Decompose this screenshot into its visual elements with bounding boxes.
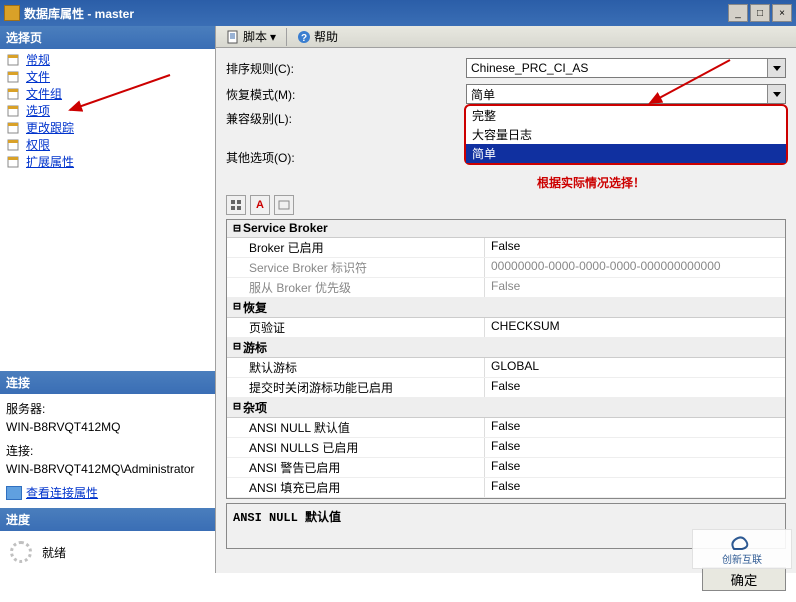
page-icon [6, 104, 22, 118]
grid-category: ⊟游标 [227, 338, 785, 358]
db-icon [4, 5, 20, 21]
recovery-label: 恢复模式(M): [226, 86, 466, 103]
sidebar-item-label: 扩展属性 [26, 153, 74, 170]
conn-value: WIN-B8RVQT412MQ\Administrator [6, 460, 209, 478]
dropdown-option-full[interactable]: 完整 [466, 106, 786, 125]
svg-text:?: ? [301, 33, 307, 44]
grid-row: Service Broker 标识符00000000-0000-0000-000… [227, 258, 785, 278]
grid-row: ANSI 警告已启用False [227, 458, 785, 478]
help-button[interactable]: ? 帮助 [293, 26, 342, 47]
grid-row: 服从 Broker 优先级False [227, 278, 785, 298]
page-icon [6, 121, 22, 135]
script-icon [226, 30, 240, 44]
recovery-combo[interactable]: 简单 [466, 84, 786, 104]
watermark-logo: 创新互联 [692, 529, 792, 569]
page-icon [6, 138, 22, 152]
compat-label: 兼容级别(L): [226, 110, 466, 127]
sidebar-item-files[interactable]: 文件 [0, 68, 215, 85]
maximize-button[interactable]: □ [750, 4, 770, 22]
script-button[interactable]: 脚本 ▾ [222, 26, 280, 47]
collation-value: Chinese_PRC_CI_AS [471, 61, 588, 75]
grid-row: Broker 已启用False [227, 238, 785, 258]
view-connection-label: 查看连接属性 [26, 484, 98, 502]
minimize-button[interactable]: _ [728, 4, 748, 22]
page-icon [6, 53, 22, 67]
sidebar-item-label: 文件组 [26, 85, 62, 102]
grid-btn3[interactable] [274, 195, 294, 215]
chevron-down-icon [767, 85, 785, 103]
collation-combo[interactable]: Chinese_PRC_CI_AS [466, 58, 786, 78]
page-icon [6, 155, 22, 169]
sidebar-item-label: 更改跟踪 [26, 119, 74, 136]
categorize-button[interactable] [226, 195, 246, 215]
sidebar-item-filegroups[interactable]: 文件组 [0, 85, 215, 102]
window-title: 数据库属性 - master [24, 5, 728, 22]
collation-label: 排序规则(C): [226, 60, 466, 77]
main-toolbar: 脚本 ▾ ? 帮助 [216, 26, 796, 48]
main-panel: 脚本 ▾ ? 帮助 排序规则(C): Chinese_PRC_CI_AS [215, 26, 796, 573]
server-value: WIN-B8RVQT412MQ [6, 418, 209, 436]
recovery-dropdown: 完整 大容量日志 简单 [464, 104, 788, 165]
spinner-icon [10, 541, 32, 563]
grid-category: ⊟杂项 [227, 398, 785, 418]
view-connection-link[interactable]: 查看连接属性 [6, 484, 209, 502]
select-page-header: 选择页 [0, 26, 215, 49]
other-label: 其他选项(O): [226, 149, 466, 166]
annotation-text: 根据实际情况选择！ [396, 174, 786, 191]
titlebar: 数据库属性 - master _ □ × [0, 0, 796, 26]
sidebar-item-label: 文件 [26, 68, 50, 85]
sidebar: 选择页 常规 文件 文件组 选项 更改跟踪 权限 扩展属性 连接 服务器: WI… [0, 26, 215, 573]
page-icon [6, 70, 22, 84]
script-label: 脚本 [243, 28, 267, 45]
grid-row: 页验证CHECKSUM [227, 318, 785, 338]
sidebar-item-permissions[interactable]: 权限 [0, 136, 215, 153]
conn-label: 连接: [6, 442, 209, 460]
dropdown-option-simple[interactable]: 简单 [466, 144, 786, 163]
properties-icon [6, 486, 22, 500]
grid-row: 默认游标GLOBAL [227, 358, 785, 378]
grid-category: ⊟Service Broker [227, 220, 785, 238]
help-icon: ? [297, 30, 311, 44]
sidebar-item-extended[interactable]: 扩展属性 [0, 153, 215, 170]
help-label: 帮助 [314, 28, 338, 45]
grid-row: ANSI NULLS 已启用False [227, 438, 785, 458]
progress-row: 就绪 [0, 531, 215, 573]
grid-toolbar: A [226, 195, 786, 215]
server-label: 服务器: [6, 400, 209, 418]
grid-row: 提交时关闭游标功能已启用False [227, 378, 785, 398]
chevron-down-icon [767, 59, 785, 77]
dropdown-option-bulk[interactable]: 大容量日志 [466, 125, 786, 144]
progress-status: 就绪 [42, 544, 66, 561]
ok-button[interactable]: 确定 [702, 567, 786, 591]
alpha-button[interactable]: A [250, 195, 270, 215]
grid-row: ANSI NULL 默认值False [227, 418, 785, 438]
grid-row: ANSI 填充已启用False [227, 478, 785, 498]
progress-header: 进度 [0, 508, 215, 531]
property-grid[interactable]: ⊟Service Broker Broker 已启用False Service … [226, 219, 786, 499]
sidebar-item-label: 选项 [26, 102, 50, 119]
page-icon [6, 87, 22, 101]
sidebar-item-general[interactable]: 常规 [0, 51, 215, 68]
recovery-value: 简单 [471, 86, 495, 103]
dropdown-icon: ▾ [270, 30, 276, 44]
grid-category: ⊟恢复 [227, 298, 785, 318]
sidebar-item-options[interactable]: 选项 [0, 102, 215, 119]
connection-info: 服务器: WIN-B8RVQT412MQ 连接: WIN-B8RVQT412MQ… [0, 394, 215, 508]
sidebar-item-label: 权限 [26, 136, 50, 153]
sidebar-item-label: 常规 [26, 51, 50, 68]
connection-header: 连接 [0, 371, 215, 394]
sidebar-item-changetracking[interactable]: 更改跟踪 [0, 119, 215, 136]
close-button[interactable]: × [772, 4, 792, 22]
